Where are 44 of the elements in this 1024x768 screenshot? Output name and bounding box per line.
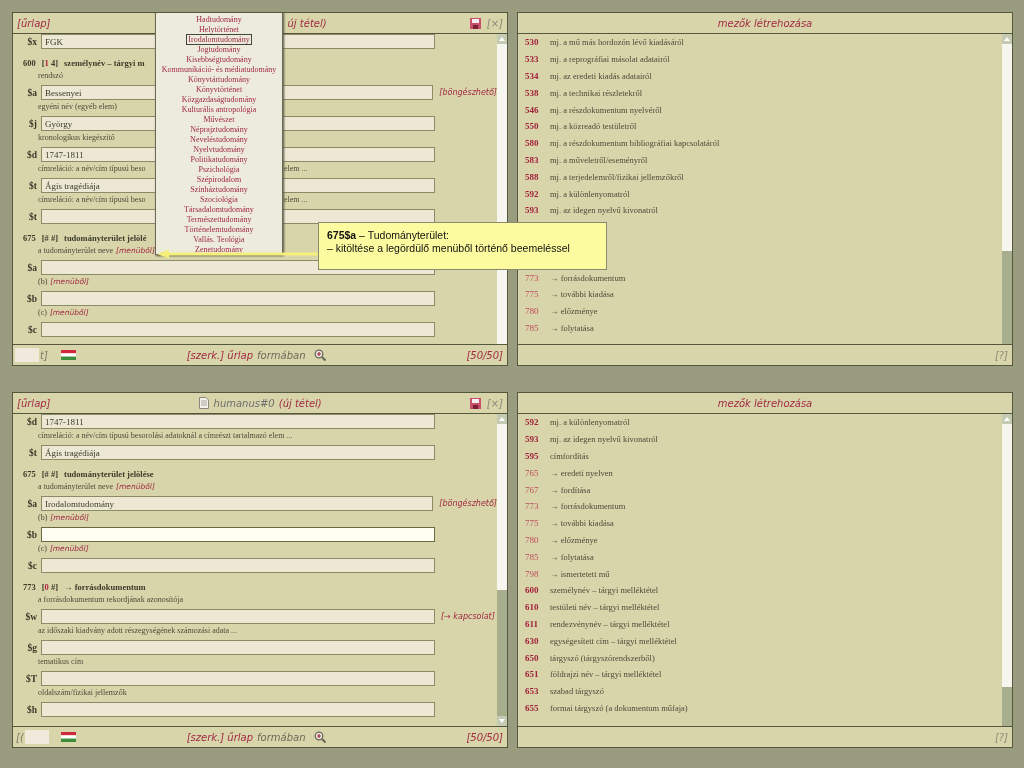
field-code: $t xyxy=(28,211,37,222)
field-code: $c xyxy=(27,324,37,335)
field-code: $d xyxy=(25,416,37,427)
field-code: $h xyxy=(25,704,37,715)
field-code: $T xyxy=(24,673,37,684)
field-note: címreláció: a név/cím típusú beso xyxy=(38,163,147,175)
field-heading: 675 [# #] tudományterület jelölése xyxy=(22,468,154,480)
footer-text: [( xyxy=(16,731,24,743)
field-code: $x xyxy=(26,36,37,47)
field-note: elem ... xyxy=(284,194,308,206)
field-code: $b xyxy=(25,293,37,304)
callout-text: – kitöltése a legördülő menüből történő beemeléssel xyxy=(327,242,571,255)
panel-title: mezők létrehozása xyxy=(717,17,813,29)
record-counter: [50/50] xyxy=(466,731,503,743)
field-note: elem ... xyxy=(284,163,308,175)
field-code: $g xyxy=(26,642,37,653)
field-code: $t xyxy=(28,447,37,458)
record-counter: [50/50] xyxy=(466,349,503,361)
field-code: $b xyxy=(25,529,37,540)
field-code: $j xyxy=(28,118,37,129)
field-code: $w xyxy=(24,611,37,622)
field-code: $c xyxy=(27,560,37,571)
field-note: rendszó xyxy=(38,70,63,82)
field-note: címreláció: a név/cím típusú besorolási adatoknál a címrészt tartalmazó elem ... xyxy=(38,430,293,442)
field-code: $t xyxy=(28,180,37,191)
record-title: humanus#0 (új tétel) xyxy=(213,397,322,409)
field-code: $d xyxy=(25,149,37,160)
field-code: $a xyxy=(26,262,37,273)
field-heading: 675 [# #] tudományterület jelölé xyxy=(22,232,147,244)
panel-title: mezők létrehozása xyxy=(717,397,813,409)
field-code: $a xyxy=(26,87,37,98)
footer-text: t] xyxy=(40,349,48,361)
field-note: a forrásdokumentum rekordjának azonosítója xyxy=(38,594,184,606)
field-note: tematikus cím xyxy=(38,656,84,668)
field-note: oldalszám/fizikai jellemzők xyxy=(38,687,127,699)
record-title: új tétel) xyxy=(287,17,327,29)
field-note: címreláció: a név/cím típusú beso xyxy=(38,194,147,206)
field-note: kronologikus kiegészítő xyxy=(38,132,115,144)
field-heading: 600 [1 4] személynév – tárgyi m xyxy=(22,57,145,69)
callout-title: 675$a – Tudományterület: xyxy=(327,229,450,242)
field-heading: 773 [0 #] → forrásdokumentum xyxy=(22,581,146,593)
field-note: egyéni név (egyéb elem) xyxy=(38,101,117,113)
field-note: az időszaki kiadvány adott részegységének számozási adata ... xyxy=(38,625,238,637)
field-code: $a xyxy=(26,498,37,509)
